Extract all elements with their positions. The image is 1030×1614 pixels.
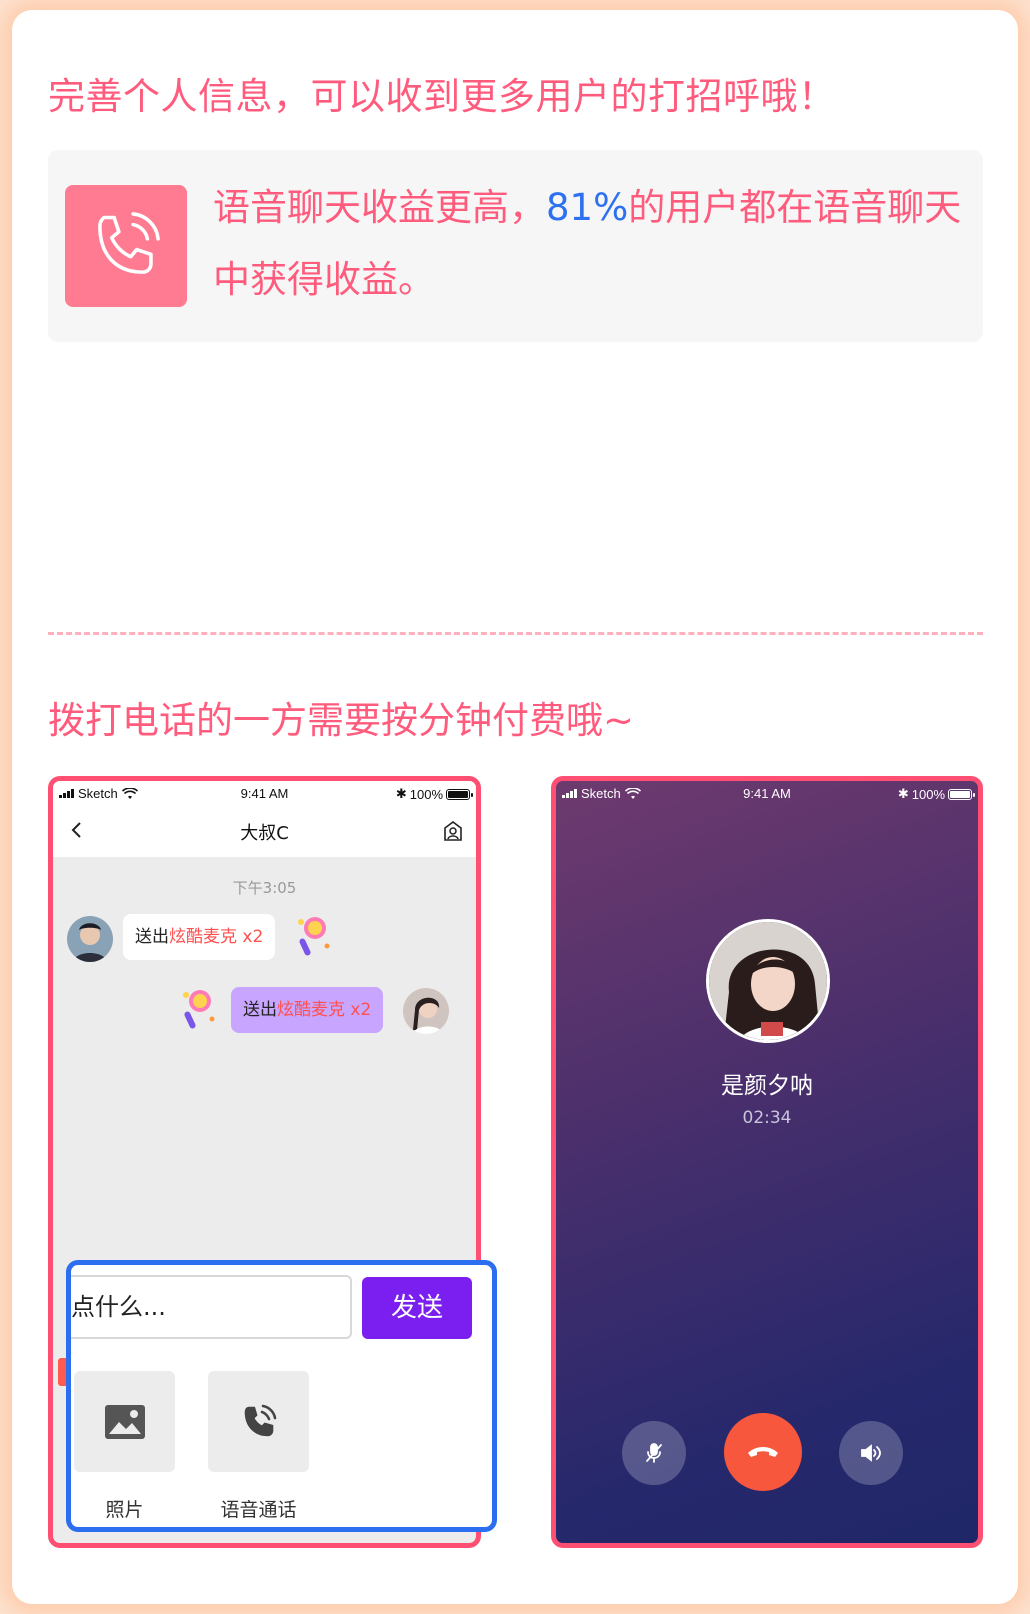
chat-input-panel: 点什么... 发送 照片 语音通话 [66, 1260, 497, 1532]
gift-count: x2 [242, 927, 264, 947]
message-prefix: 送出 [243, 1000, 277, 1020]
speaker-button[interactable] [839, 1421, 903, 1485]
photo-icon [104, 1404, 145, 1439]
battery-percent: 100% [911, 786, 945, 802]
battery-icon [948, 788, 975, 800]
gift-count: x2 [350, 1000, 372, 1020]
info-percent: 81% [546, 186, 629, 229]
gift-name: 炫酷麦克 [277, 1000, 345, 1020]
status-bar: Sketch 9:41 AM ✱ 100% [53, 781, 476, 807]
chat-timestamp: 下午3:05 [232, 879, 297, 897]
message-input[interactable]: 点什么... [71, 1275, 352, 1339]
microphone-gift-icon [183, 990, 215, 1029]
battery-percent: 100% [409, 786, 443, 802]
status-bar: Sketch 9:41 AM ✱ 100% [556, 781, 978, 807]
caller-name: 是颜夕呐 [721, 1073, 813, 1099]
section-title-billing: 拨打电话的一方需要按分钟付费哦~ [48, 699, 635, 742]
page-title: 完善个人信息，可以收到更多用户的打招呼哦！ [48, 75, 836, 118]
message-bubble-received[interactable]: 送出炫酷麦克 x2 [123, 914, 276, 960]
avatar[interactable] [403, 988, 449, 1034]
hang-up-icon [748, 1447, 778, 1457]
speaker-icon [861, 1444, 881, 1462]
voice-income-info-box: 语音聊天收益更高，81%的用户都在语音聊天中获得收益。 [48, 150, 983, 342]
message-bubble-sent[interactable]: 送出炫酷麦克 x2 [231, 987, 384, 1033]
avatar[interactable] [67, 916, 113, 962]
call-phone-mockup: Sketch 9:41 AM ✱ 100% 是颜夕呐 02:34 [551, 776, 983, 1548]
bluetooth-icon: ✱ [395, 786, 407, 801]
voice-call-button[interactable] [208, 1371, 309, 1472]
voice-call-label: 语音通话 [220, 1499, 297, 1521]
message-prefix: 送出 [135, 927, 169, 947]
photo-button[interactable] [74, 1371, 175, 1472]
status-battery: ✱ 100% [897, 786, 975, 802]
microphone-gift-icon [298, 917, 330, 956]
voice-income-text: 语音聊天收益更高，81%的用户都在语音聊天中获得收益。 [213, 172, 968, 316]
battery-icon [446, 788, 473, 800]
send-button[interactable]: 发送 [362, 1277, 472, 1339]
gift-name: 炫酷麦克 [169, 927, 237, 947]
info-text-part1: 语音聊天收益更高， [213, 186, 546, 229]
status-battery: ✱ 100% [395, 786, 473, 802]
mute-button[interactable] [622, 1421, 686, 1485]
bluetooth-icon: ✱ [897, 786, 909, 801]
user-profile-icon[interactable] [442, 820, 464, 842]
caller-avatar [706, 919, 830, 1043]
chat-title: 大叔C [240, 823, 289, 844]
dashed-divider [48, 632, 983, 635]
call-duration: 02:34 [742, 1108, 792, 1128]
mute-mic-icon [646, 1443, 662, 1463]
photo-label: 照片 [105, 1499, 144, 1521]
phone-call-icon [65, 185, 187, 307]
voice-call-icon [244, 1404, 276, 1436]
hang-up-button[interactable] [724, 1413, 802, 1491]
